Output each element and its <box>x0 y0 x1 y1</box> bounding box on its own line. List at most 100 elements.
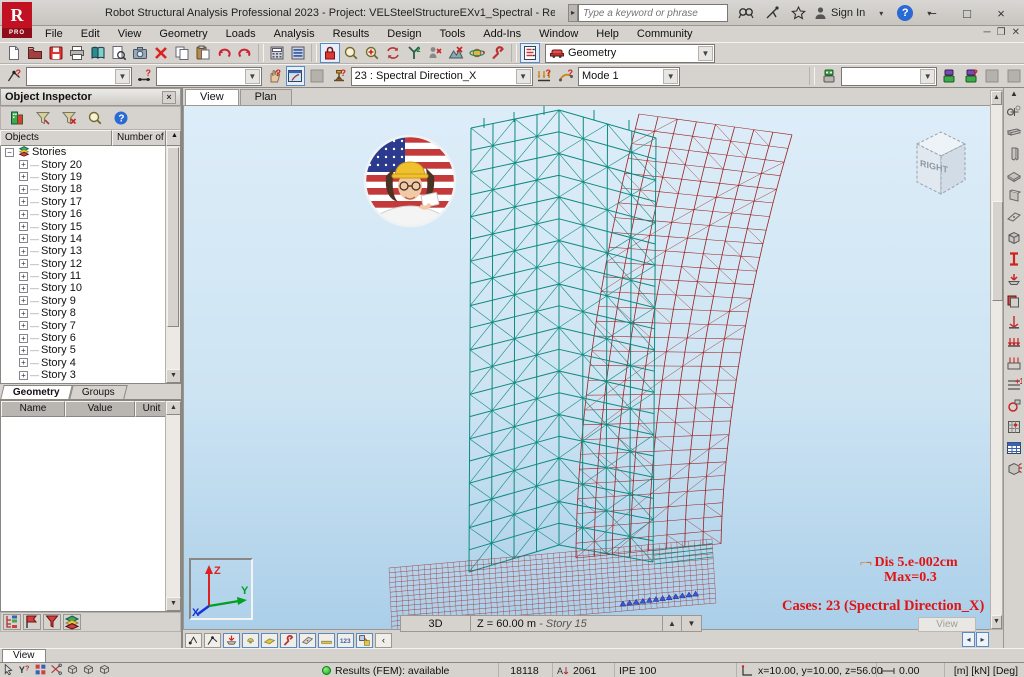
strip-beam-icon[interactable] <box>318 632 335 648</box>
slab-load-icon[interactable] <box>1005 353 1024 374</box>
sb-view-def-icon[interactable]: Y? <box>18 663 31 677</box>
sb-cube1-icon[interactable] <box>66 663 79 677</box>
view-ghost-button[interactable]: View <box>918 617 976 632</box>
view-refresh-icon[interactable] <box>383 43 403 63</box>
menu-help[interactable]: Help <box>587 26 628 42</box>
tree-scroll-down-icon[interactable]: ▼ <box>166 369 180 383</box>
view-manager-icon[interactable] <box>88 43 108 63</box>
mode-combobox[interactable]: Mode 1 ▼ <box>577 66 681 86</box>
print-icon[interactable] <box>67 43 87 63</box>
property-name-header[interactable]: Name <box>1 401 65 417</box>
inspector-filter-red-icon[interactable] <box>43 614 61 630</box>
expand-icon[interactable]: + <box>19 358 28 368</box>
toolbar-collapse-icon[interactable]: ▲ <box>1005 89 1024 101</box>
new-icon[interactable] <box>4 43 24 63</box>
inspector-filter-icon[interactable] <box>33 108 53 128</box>
inspector-tab-geometry[interactable]: Geometry <box>0 385 73 399</box>
tree-scrollbar-thumb[interactable] <box>167 147 179 327</box>
expand-icon[interactable]: + <box>19 308 28 318</box>
panel-close-icon[interactable]: × <box>162 90 176 104</box>
tree-node-story-12[interactable]: + — Story 12 <box>1 258 165 270</box>
property-value-header[interactable]: Value <box>65 401 135 417</box>
inspector-filter-building-icon[interactable] <box>7 108 27 128</box>
level-down-icon[interactable]: ▼ <box>682 616 701 631</box>
expand-icon[interactable]: + <box>19 172 28 182</box>
open-icon[interactable] <box>25 43 45 63</box>
save-icon[interactable] <box>46 43 66 63</box>
dynamic-view-icon[interactable] <box>467 43 487 63</box>
layout-selector-combobox[interactable]: Geometry ▼ <box>545 43 715 63</box>
node-selection-icon[interactable]: ? <box>4 66 24 86</box>
polyline-icon[interactable] <box>1005 395 1024 416</box>
strip-scroll-left-icon[interactable]: ‹ <box>375 632 392 648</box>
node-load-icon[interactable] <box>1005 311 1024 332</box>
screen-capture-icon[interactable] <box>130 43 150 63</box>
favorites-star-icon[interactable] <box>788 4 808 22</box>
strip-node-icon[interactable] <box>185 632 202 648</box>
search-input[interactable] <box>578 4 728 22</box>
inspector-tree-view-icon[interactable] <box>3 614 21 630</box>
robot-calculation-icon[interactable] <box>819 66 839 86</box>
menu-addins[interactable]: Add-Ins <box>474 26 530 42</box>
tree-node-story-17[interactable]: + — Story 17 <box>1 196 165 208</box>
section-cut-icon[interactable] <box>1005 458 1024 479</box>
robot-design-icon[interactable] <box>939 66 959 86</box>
zoom-in-icon[interactable] <box>362 43 382 63</box>
collapse-icon[interactable]: − <box>5 147 14 157</box>
layout-inspector-icon[interactable] <box>520 43 540 63</box>
inspector-help-icon[interactable]: ? <box>111 108 131 128</box>
search-icon[interactable] <box>736 4 756 22</box>
tree-node-story-15[interactable]: + — Story 15 <box>1 220 165 233</box>
property-scrollbar[interactable]: ▲ ▼ <box>165 401 181 611</box>
paste-icon[interactable] <box>193 43 213 63</box>
expand-icon[interactable]: + <box>19 345 28 355</box>
chevron-down-icon[interactable]: ▼ <box>663 68 679 84</box>
delete-icon[interactable] <box>151 43 171 63</box>
tree-node-story-6[interactable]: + — Story 6 <box>1 332 165 344</box>
structural-axis-icon[interactable] <box>1005 416 1024 437</box>
strip-plate-icon[interactable] <box>261 632 278 648</box>
slab-icon[interactable] <box>1005 164 1024 185</box>
sb-cube2-icon[interactable] <box>82 663 95 677</box>
expand-icon[interactable]: + <box>19 283 28 293</box>
inspector-layers-icon[interactable] <box>63 614 81 630</box>
view-cube[interactable]: RIGHT <box>184 106 1003 630</box>
menu-loads[interactable]: Loads <box>217 26 265 42</box>
mdi-window-controls[interactable]: ─ ❐ ✕ <box>984 27 1020 38</box>
tree-node-story-20[interactable]: + — Story 20 <box>1 158 165 171</box>
tree-node-story-11[interactable]: + — Story 11 <box>1 270 165 282</box>
strip-tools-icon[interactable] <box>280 632 297 648</box>
tree-node-story-3[interactable]: + — Story 3 <box>1 369 165 381</box>
sb-cut-icon[interactable] <box>50 663 63 677</box>
expand-icon[interactable]: + <box>19 321 28 331</box>
menu-view[interactable]: View <box>109 26 151 42</box>
mode-selection-icon[interactable]: ? <box>556 66 576 86</box>
sign-in-button[interactable]: Sign In <box>814 6 865 20</box>
view-window-icon[interactable] <box>285 66 306 86</box>
expand-icon[interactable]: + <box>19 271 28 281</box>
sb-cursor-icon[interactable] <box>2 663 15 677</box>
expand-icon[interactable]: + <box>19 370 28 380</box>
chevron-down-icon[interactable]: ▼ <box>698 45 713 61</box>
help-icon[interactable]: ? <box>897 5 914 21</box>
chevron-down-icon[interactable]: ▼ <box>114 68 130 84</box>
number-column-header[interactable]: Number of ... <box>112 130 166 146</box>
expand-icon[interactable]: + <box>19 296 28 306</box>
chevron-down-icon[interactable]: ▼ <box>515 68 531 84</box>
viewport-scroll-down-icon[interactable]: ▼ <box>991 615 1002 629</box>
bar-icon[interactable] <box>1005 122 1024 143</box>
menu-file[interactable]: File <box>36 26 72 42</box>
bar-load-icon[interactable] <box>1005 332 1024 353</box>
communication-center-icon[interactable] <box>762 4 782 22</box>
viewport-tab-view[interactable]: View <box>185 89 239 105</box>
view-mode-label[interactable]: 3D <box>401 616 471 631</box>
wall-icon[interactable] <box>1005 185 1024 206</box>
sb-cube3-icon[interactable] <box>98 663 111 677</box>
tree-node-story-10[interactable]: + — Story 10 <box>1 282 165 294</box>
zoom-window-icon[interactable] <box>341 43 361 63</box>
expand-icon[interactable]: + <box>19 259 28 269</box>
search-expand-icon[interactable]: ▸ <box>568 4 578 22</box>
tree-node-story-19[interactable]: + — Story 19 <box>1 171 165 183</box>
expand-icon[interactable]: + <box>19 209 28 219</box>
panel-icon[interactable] <box>1005 206 1024 227</box>
